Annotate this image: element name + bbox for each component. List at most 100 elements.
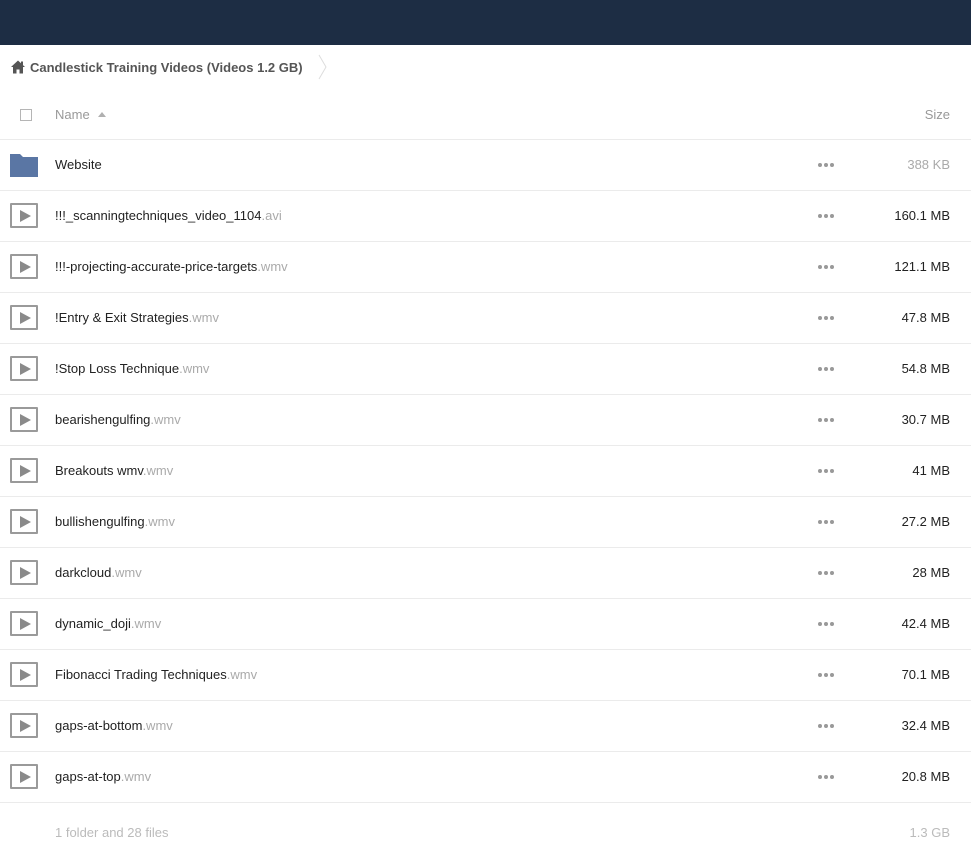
file-name[interactable]: !!!_scanningtechniques_video_1104.avi bbox=[55, 208, 282, 223]
file-name[interactable]: Breakouts wmv.wmv bbox=[55, 463, 173, 478]
sort-by-size[interactable]: Size bbox=[925, 107, 950, 122]
dot bbox=[824, 622, 828, 626]
file-row[interactable]: !Entry & Exit Strategies.wmv 47.8 MB bbox=[0, 293, 971, 344]
file-size: 47.8 MB bbox=[901, 310, 950, 325]
dot bbox=[830, 214, 834, 218]
file-basename: bearishengulfing bbox=[55, 412, 151, 427]
file-extension: .wmv bbox=[179, 361, 210, 376]
file-size: 70.1 MB bbox=[901, 667, 950, 682]
dot bbox=[830, 163, 834, 167]
play-icon bbox=[10, 458, 38, 483]
more-actions-icon[interactable] bbox=[818, 464, 834, 478]
file-extension: .wmv bbox=[142, 718, 173, 733]
dot bbox=[824, 265, 828, 269]
breadcrumb-current-folder[interactable]: Candlestick Training Videos (Videos 1.2 … bbox=[0, 45, 317, 89]
file-basename: gaps-at-top bbox=[55, 769, 121, 784]
play-triangle bbox=[19, 719, 31, 732]
select-all-checkbox[interactable] bbox=[20, 109, 32, 121]
dot bbox=[824, 367, 828, 371]
dot bbox=[818, 775, 822, 779]
file-extension: .wmv bbox=[150, 412, 181, 427]
play-icon bbox=[10, 713, 38, 738]
breadcrumb: Candlestick Training Videos (Videos 1.2 … bbox=[0, 45, 971, 89]
file-row[interactable]: darkcloud.wmv 28 MB bbox=[0, 548, 971, 599]
file-size: 20.8 MB bbox=[901, 769, 950, 784]
file-name[interactable]: gaps-at-top.wmv bbox=[55, 769, 151, 784]
file-row[interactable]: Website 388 KB bbox=[0, 140, 971, 191]
file-extension: .wmv bbox=[144, 514, 175, 529]
file-name[interactable]: !!!-projecting-accurate-price-targets.wm… bbox=[55, 259, 288, 274]
more-actions-icon[interactable] bbox=[818, 515, 834, 529]
dot bbox=[824, 163, 828, 167]
more-actions-icon[interactable] bbox=[818, 260, 834, 274]
file-size: 160.1 MB bbox=[894, 208, 950, 223]
sort-ascending-icon bbox=[97, 112, 106, 117]
play-triangle bbox=[19, 515, 31, 528]
file-name[interactable]: Fibonacci Trading Techniques.wmv bbox=[55, 667, 257, 682]
dot bbox=[824, 469, 828, 473]
dot bbox=[818, 367, 822, 371]
more-actions-icon[interactable] bbox=[818, 668, 834, 682]
dot bbox=[824, 724, 828, 728]
dot bbox=[818, 418, 822, 422]
file-extension: .wmv bbox=[120, 769, 152, 784]
file-list: Website 388 KB !!!_scanningtechniques_vide… bbox=[0, 140, 971, 803]
file-row[interactable]: Fibonacci Trading Techniques.wmv 70.1 MB bbox=[0, 650, 971, 701]
file-name[interactable]: !Entry & Exit Strategies.wmv bbox=[55, 310, 219, 325]
play-icon bbox=[10, 203, 38, 228]
file-name[interactable]: Website bbox=[55, 157, 102, 172]
file-basename: gaps-at-bottom bbox=[55, 718, 143, 733]
play-triangle bbox=[19, 311, 31, 324]
more-actions-icon[interactable] bbox=[818, 566, 834, 580]
dot bbox=[830, 673, 834, 677]
file-row[interactable]: Breakouts wmv.wmv 41 MB bbox=[0, 446, 971, 497]
dot bbox=[830, 316, 834, 320]
file-row[interactable]: dynamic_doji.wmv 42.4 MB bbox=[0, 599, 971, 650]
dot bbox=[824, 418, 828, 422]
sort-by-name[interactable]: Name bbox=[55, 107, 106, 122]
file-name[interactable]: dynamic_doji.wmv bbox=[55, 616, 161, 631]
file-basename: bullishengulfing bbox=[55, 514, 145, 529]
file-row[interactable]: !!!_scanningtechniques_video_1104.avi 160… bbox=[0, 191, 971, 242]
breadcrumb-label: Candlestick Training Videos (Videos 1.2 … bbox=[30, 59, 303, 75]
file-row[interactable]: bullishengulfing.wmv 27.2 MB bbox=[0, 497, 971, 548]
summary-total-size: 1.3 GB bbox=[909, 825, 950, 840]
play-triangle bbox=[19, 464, 31, 477]
more-actions-icon[interactable] bbox=[818, 413, 834, 427]
more-actions-icon[interactable] bbox=[818, 362, 834, 376]
file-name[interactable]: bullishengulfing.wmv bbox=[55, 514, 175, 529]
file-name[interactable]: bearishengulfing.wmv bbox=[55, 412, 181, 427]
play-triangle bbox=[19, 209, 31, 222]
more-actions-icon[interactable] bbox=[818, 311, 834, 325]
dot bbox=[830, 469, 834, 473]
dot bbox=[818, 673, 822, 677]
file-row[interactable]: gaps-at-bottom.wmv 32.4 MB bbox=[0, 701, 971, 752]
play-triangle bbox=[19, 617, 31, 630]
dot bbox=[830, 571, 834, 575]
file-size: 388 KB bbox=[907, 157, 950, 172]
more-actions-icon[interactable] bbox=[818, 617, 834, 631]
more-actions-icon[interactable] bbox=[818, 158, 834, 172]
file-size: 54.8 MB bbox=[901, 361, 950, 376]
file-row[interactable]: !Stop Loss Technique.wmv 54.8 MB bbox=[0, 344, 971, 395]
file-row[interactable]: !!!-projecting-accurate-price-targets.wm… bbox=[0, 242, 971, 293]
file-name[interactable]: gaps-at-bottom.wmv bbox=[55, 718, 173, 733]
dot bbox=[830, 418, 834, 422]
file-row[interactable]: bearishengulfing.wmv 30.7 MB bbox=[0, 395, 971, 446]
dot bbox=[818, 214, 822, 218]
play-icon bbox=[10, 611, 38, 636]
file-size: 27.2 MB bbox=[901, 514, 950, 529]
file-extension: .wmv bbox=[188, 310, 220, 325]
more-actions-icon[interactable] bbox=[818, 209, 834, 223]
dot bbox=[818, 265, 822, 269]
file-size: 121.1 MB bbox=[894, 259, 950, 274]
more-actions-icon[interactable] bbox=[818, 719, 834, 733]
play-triangle bbox=[19, 413, 31, 426]
more-actions-icon[interactable] bbox=[818, 770, 834, 784]
file-row[interactable]: gaps-at-top.wmv 20.8 MB bbox=[0, 752, 971, 803]
play-icon bbox=[10, 356, 38, 381]
file-extension: .avi bbox=[261, 208, 282, 223]
file-name[interactable]: darkcloud.wmv bbox=[55, 565, 142, 580]
file-name[interactable]: !Stop Loss Technique.wmv bbox=[55, 361, 209, 376]
dot bbox=[818, 316, 822, 320]
